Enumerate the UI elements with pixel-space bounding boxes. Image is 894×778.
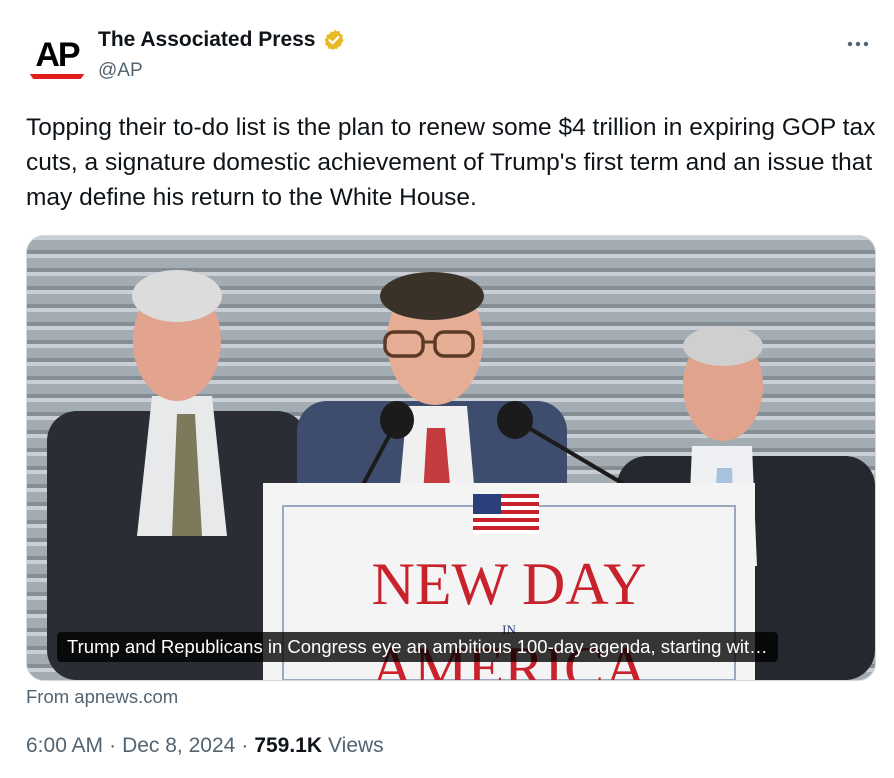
more-options-button[interactable] bbox=[836, 26, 880, 62]
verified-badge-icon bbox=[324, 29, 343, 51]
more-dots-icon bbox=[847, 41, 869, 47]
tweet-date[interactable]: Dec 8, 2024 bbox=[122, 734, 235, 758]
sign-line-1: NEW DAY bbox=[371, 551, 646, 617]
author-handle[interactable]: @AP bbox=[98, 60, 143, 82]
author-name-row: The Associated Press bbox=[98, 28, 346, 52]
meta-separator: · bbox=[109, 734, 117, 757]
ap-logo-text: AP bbox=[35, 36, 80, 74]
press-conference-photo: NEW DAY IN AMERICA bbox=[27, 236, 875, 680]
ap-logo: AP bbox=[26, 28, 88, 90]
views-count: 759.1K bbox=[254, 734, 323, 757]
avatar[interactable]: AP bbox=[26, 28, 88, 90]
views-label: Views bbox=[328, 734, 384, 757]
tweet-time[interactable]: 6:00 AM bbox=[26, 734, 103, 758]
author-name[interactable]: The Associated Press bbox=[98, 28, 316, 52]
link-card-image[interactable]: NEW DAY IN AMERICA Trump and Republicans… bbox=[26, 235, 876, 681]
tweet-meta: 6:00 AM · Dec 8, 2024 · 759.1K Views bbox=[26, 734, 384, 758]
card-caption: Trump and Republicans in Congress eye an… bbox=[57, 632, 778, 662]
meta-separator: · bbox=[241, 734, 249, 757]
card-source-link[interactable]: From apnews.com bbox=[26, 686, 178, 708]
tweet-text: Topping their to-do list is the plan to … bbox=[26, 114, 876, 211]
